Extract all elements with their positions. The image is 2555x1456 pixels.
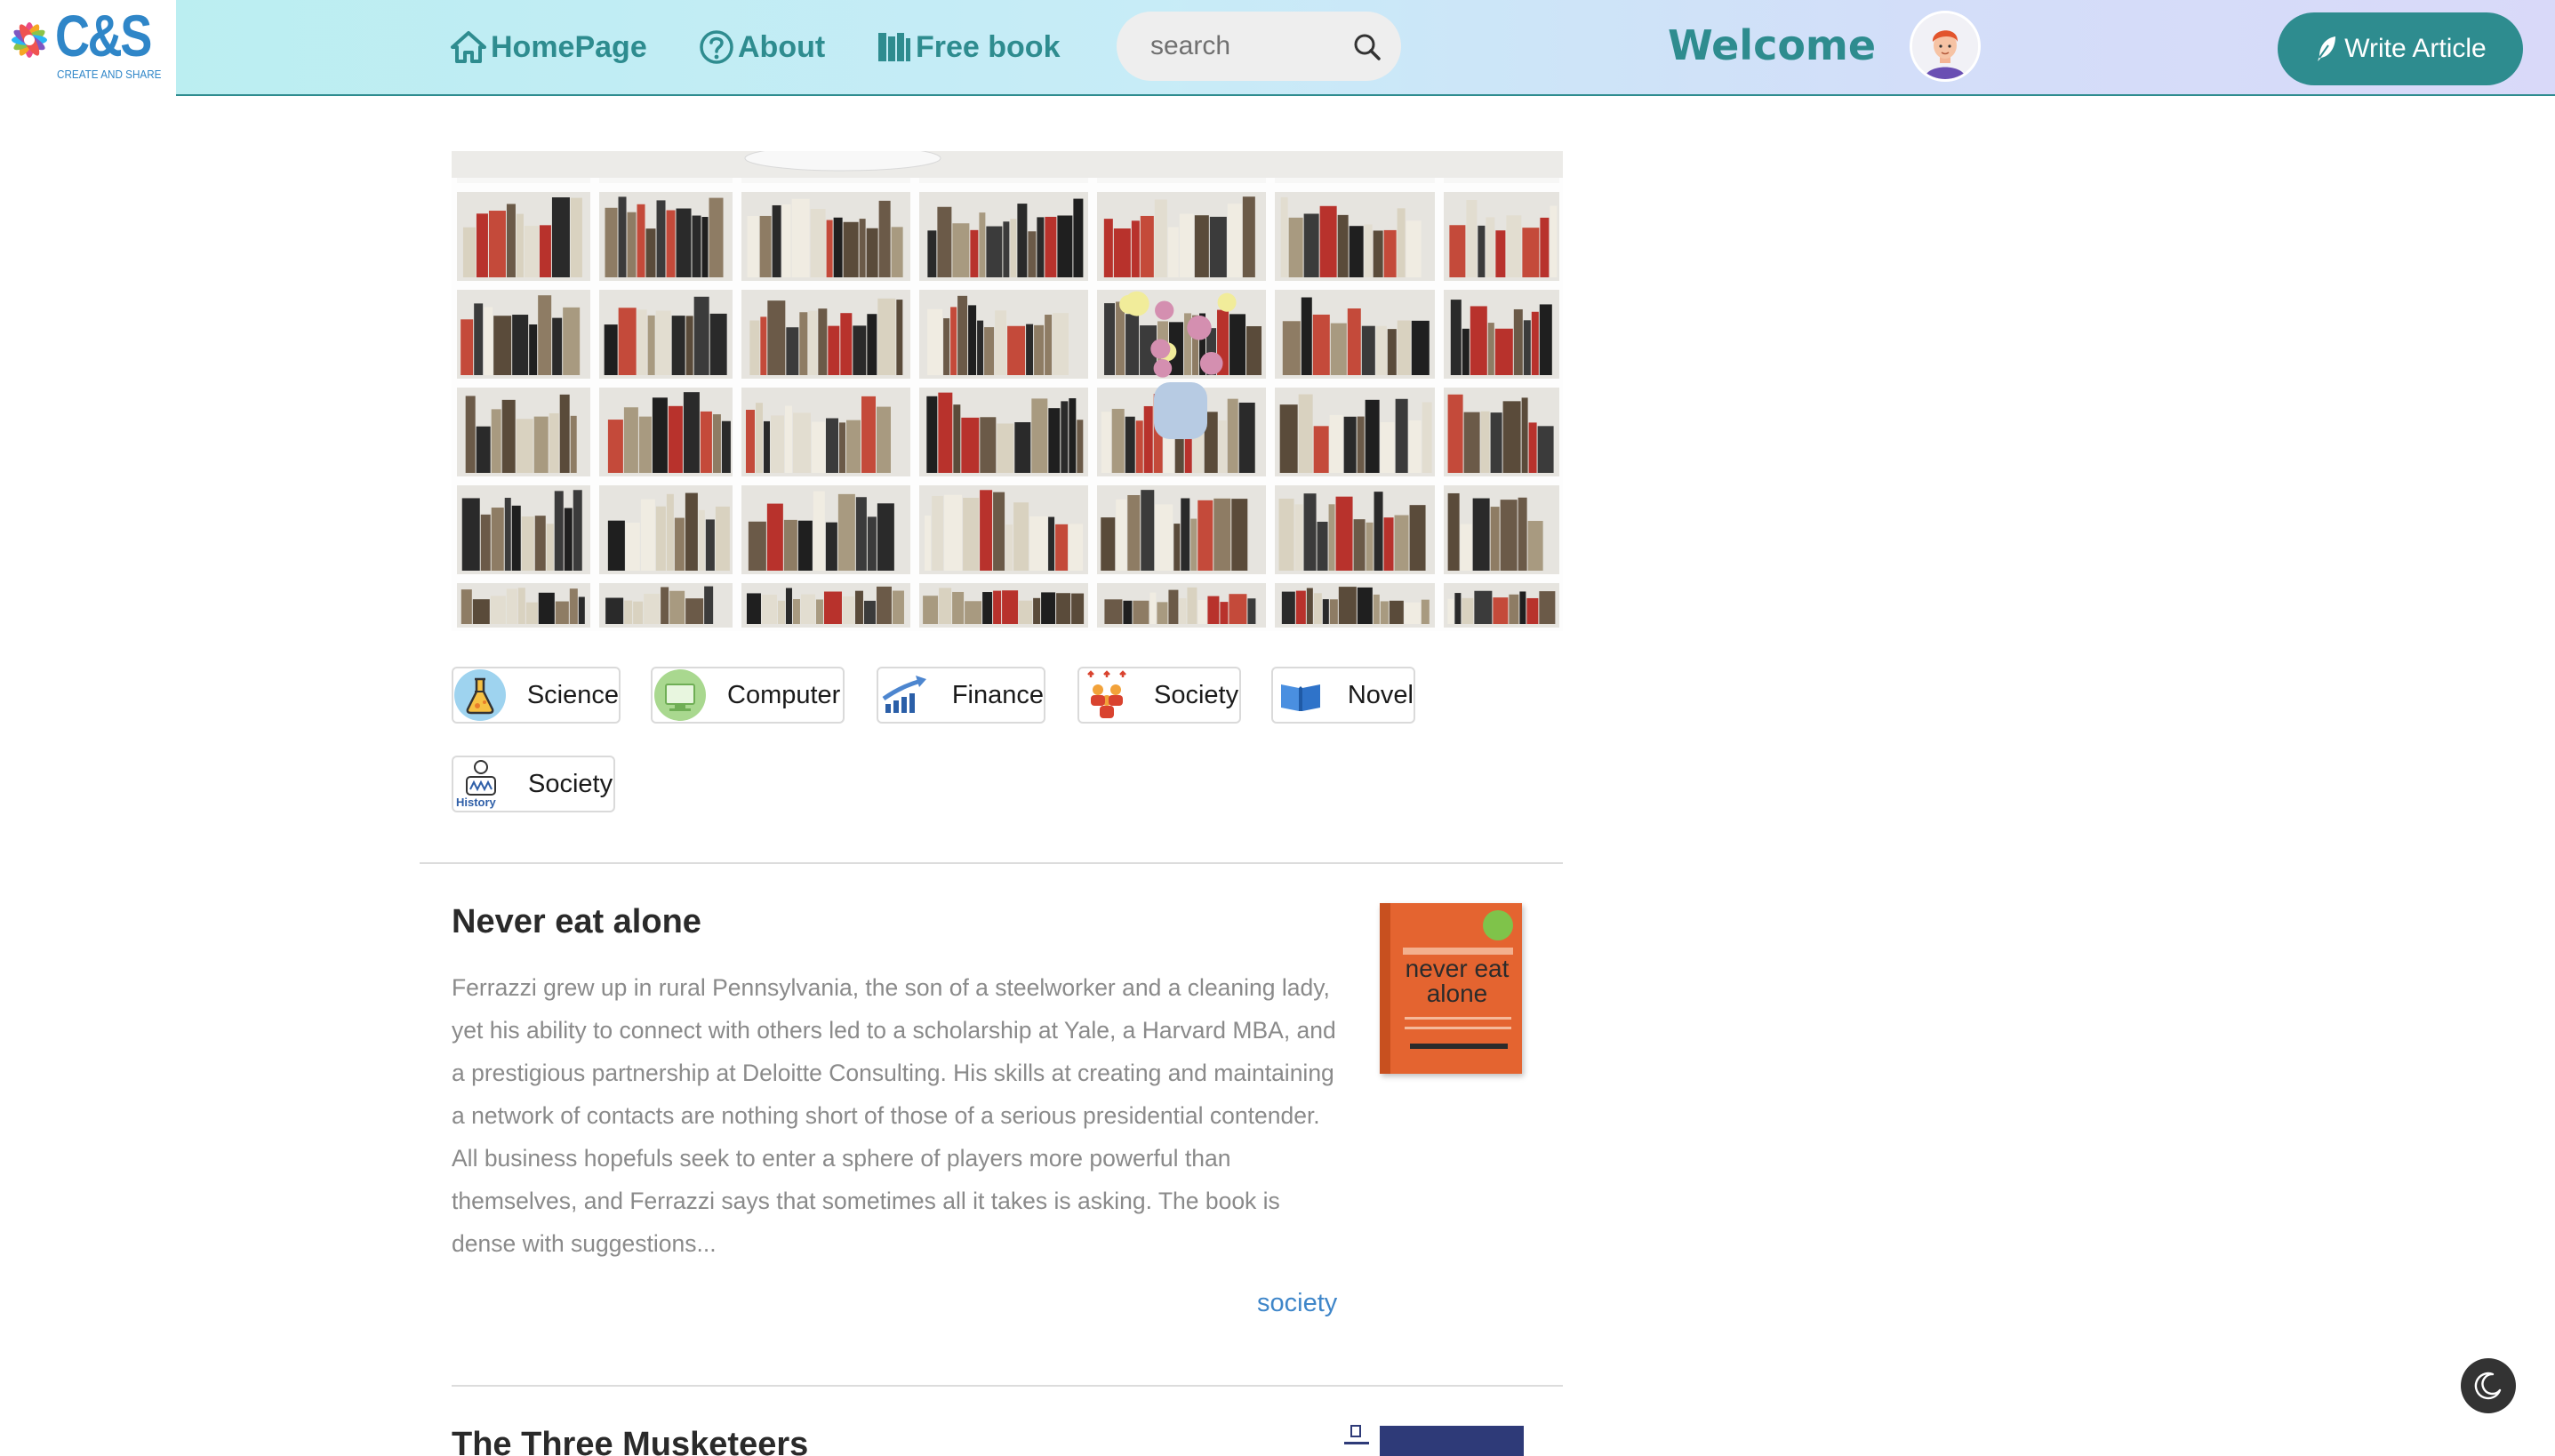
- article-cover-image[interactable]: never eat alone: [1380, 903, 1522, 1074]
- nav-about[interactable]: About: [699, 25, 825, 69]
- moon-icon: [2474, 1372, 2502, 1400]
- write-article-button[interactable]: Write Article: [2278, 12, 2523, 85]
- open-book-icon: [1280, 684, 1320, 711]
- category-computer[interactable]: Computer: [651, 667, 845, 724]
- nav-free-book[interactable]: Free book: [877, 25, 1060, 69]
- user-avatar[interactable]: [1910, 11, 1981, 82]
- search-bar: [1117, 12, 1401, 81]
- logo[interactable]: C&S CREATE AND SHARE: [0, 0, 176, 96]
- category-finance[interactable]: Finance: [877, 667, 1045, 724]
- category-label: Science: [526, 680, 619, 709]
- article-summary: Ferrazzi grew up in rural Pennsylvania, …: [452, 974, 1336, 1257]
- category-label: Computer: [727, 680, 841, 709]
- people-icon: [1087, 670, 1126, 718]
- nav-homepage[interactable]: HomePage: [450, 25, 647, 69]
- article-title[interactable]: The Three Musketeers: [452, 1426, 808, 1456]
- feather-pen-icon: [2318, 36, 2336, 61]
- write-article-label: Write Article: [2344, 34, 2487, 63]
- hero-bookshelf-image: [452, 151, 1563, 631]
- category-label: Finance: [951, 680, 1044, 709]
- cover-title: never eat alone: [1405, 955, 1510, 1007]
- category-label: Society: [528, 769, 613, 798]
- category-society[interactable]: Society: [1077, 667, 1241, 724]
- category-label: Society: [1154, 680, 1239, 709]
- dark-mode-toggle[interactable]: [2461, 1358, 2516, 1413]
- logo-text: C&S: [55, 3, 152, 68]
- logo-subtitle: CREATE AND SHARE: [57, 68, 162, 81]
- section-divider: [420, 862, 1563, 864]
- publisher-mark-icon: [1344, 1425, 1369, 1444]
- home-icon: [451, 31, 486, 63]
- question-circle-icon: [700, 30, 733, 64]
- nav-about-label: About: [738, 29, 826, 64]
- category-label: Novel: [1347, 680, 1414, 709]
- nav-free-book-label: Free book: [916, 29, 1061, 64]
- flask-icon: [454, 669, 507, 721]
- article-title[interactable]: Never eat alone: [452, 903, 701, 941]
- avatar-icon: [1912, 13, 1978, 79]
- nav-homepage-label: HomePage: [491, 29, 647, 64]
- article-cover-image[interactable]: [1380, 1426, 1524, 1456]
- article-divider: [452, 1385, 1563, 1387]
- category-science[interactable]: Science: [452, 667, 621, 724]
- books-icon: [878, 33, 910, 61]
- history-icon-caption: History: [456, 796, 496, 809]
- chart-growth-icon: [882, 676, 927, 713]
- category-novel[interactable]: Novel: [1271, 667, 1415, 724]
- bookshelf-illustration: [452, 151, 1563, 631]
- search-input[interactable]: [1150, 26, 1346, 67]
- welcome-text: Welcome: [1668, 21, 1877, 69]
- search-icon[interactable]: [1351, 31, 1383, 63]
- top-header: C&S CREATE AND SHARE HomePage About Free…: [0, 0, 2555, 96]
- computer-icon: [654, 669, 706, 721]
- article-tag-link[interactable]: society: [1257, 1289, 1337, 1318]
- flower-logo-icon: [12, 22, 47, 58]
